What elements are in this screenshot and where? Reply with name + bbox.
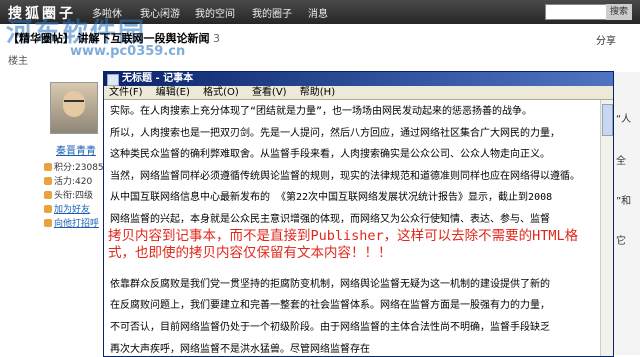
- annotation-text: 拷贝内容到记事本，而不是直接到Publisher，这样可以去除不需要的HTML格…: [108, 228, 588, 262]
- notepad-window[interactable]: 无标题 - 记事本 文件(F) 编辑(E) 格式(O) 查看(V) 帮助(H) …: [103, 71, 614, 357]
- text-line: 在反腐败问题上，我们要建立和完善一整套的社会监督体系。网络在监督方面是一股强有力…: [110, 300, 550, 312]
- right-background-text: “人 全 ”和 它: [612, 72, 640, 355]
- notepad-icon: [107, 74, 119, 86]
- add-friend-icon: [44, 205, 52, 213]
- share-button[interactable]: 分享: [596, 32, 616, 47]
- scrollbar-thumb[interactable]: [602, 104, 613, 136]
- byline: 楼主: [8, 56, 28, 67]
- add-friend-link[interactable]: 加为好友: [44, 202, 90, 215]
- user-stat: 积分:23085: [44, 160, 104, 173]
- text-line: 不可否认，目前网络监督仍处于一个初级阶段。由于网络监督的主体合法性尚不明确，监督…: [110, 321, 550, 333]
- menu-edit[interactable]: 编辑(E): [156, 87, 190, 98]
- search-input[interactable]: [545, 4, 607, 20]
- notepad-scrollbar[interactable]: [600, 100, 613, 356]
- watermark-url: www.pc0359.cn: [70, 44, 186, 59]
- user-stat: 活力:420: [44, 174, 92, 187]
- menu-file[interactable]: 文件(F): [109, 87, 143, 98]
- notepad-titlebar[interactable]: 无标题 - 记事本: [104, 72, 613, 86]
- stat-icon: [44, 177, 52, 185]
- greet-icon: [44, 219, 52, 227]
- text-line: 这种类民众监督的确利弊难取舍。从监督手段来看，人肉搜索确实是公众公司、公众人物走…: [110, 149, 550, 161]
- nav-link-messages[interactable]: 消息: [308, 5, 328, 20]
- text-line: 当然，网络监督同样必须遵循传统舆论监督的规则，现实的法律规范和道德准则同样也应在…: [110, 170, 580, 182]
- notepad-menubar: 文件(F) 编辑(E) 格式(O) 查看(V) 帮助(H): [104, 86, 613, 100]
- greet-link[interactable]: 向他打招呼: [44, 216, 99, 229]
- thread-title-bar: 【精华圈帖】 讲解下互联网一段舆论新闻 3: [8, 30, 220, 46]
- username-link[interactable]: 秦晋青青: [56, 142, 96, 157]
- nav-link-my-groups[interactable]: 我的圈子: [252, 5, 292, 20]
- reply-count: 3: [213, 32, 220, 45]
- text-line: 依靠群众反腐败是我们党一贯坚持的拒腐防变机制，网络舆论监督无疑为这一机制的建设提…: [110, 278, 550, 290]
- search-button[interactable]: 搜索: [606, 4, 632, 20]
- nav-link-my-space[interactable]: 我的空间: [195, 5, 235, 20]
- avatar[interactable]: [50, 82, 98, 134]
- share-label: 分享: [596, 36, 616, 47]
- stat-icon: [44, 191, 52, 199]
- text-line: 实际。在人肉搜索上充分体现了“团结就是力量”，也一场场由网民发动起来的惩恶扬善的…: [110, 106, 533, 117]
- avatar-glasses: [64, 100, 84, 106]
- text-line: 从中国互联网络信息中心最新发布的 《第22次中国互联网络发展状况统计报告》显示，…: [110, 192, 553, 204]
- menu-view[interactable]: 查看(V): [252, 87, 287, 98]
- text-line: 所以，人肉搜索也是一把双刃剑。先是一人提问，然后八方回应，通过网络社区集合广大网…: [110, 127, 560, 139]
- user-stat: 头衔:四级: [44, 188, 93, 201]
- thread-tag[interactable]: 【精华圈帖】: [8, 32, 74, 45]
- stat-icon: [44, 163, 52, 171]
- notepad-title: 无标题 - 记事本: [122, 73, 194, 84]
- thread-title: 讲解下互联网一段舆论新闻: [77, 32, 210, 45]
- menu-format[interactable]: 格式(O): [203, 87, 239, 98]
- text-line: 再次大声疾呼，网络监督不是洪水猛兽。尽管网络监督存在: [110, 343, 370, 355]
- menu-help[interactable]: 帮助(H): [300, 87, 335, 98]
